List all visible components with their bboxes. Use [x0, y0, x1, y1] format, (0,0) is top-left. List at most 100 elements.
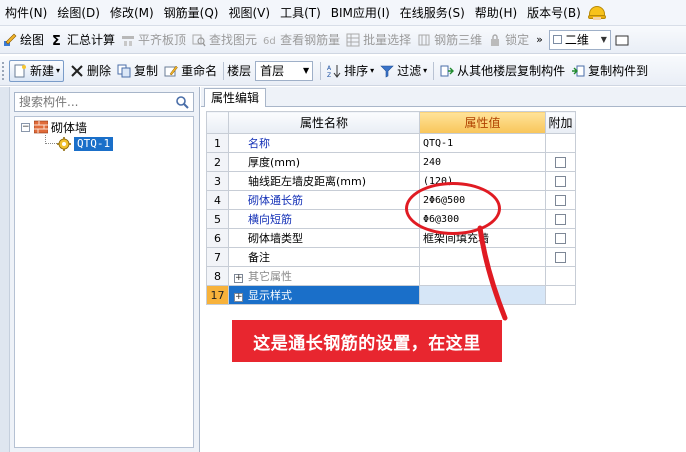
batch-select-icon — [346, 33, 360, 47]
copy-component-to-button[interactable]: 复制构件到 — [568, 60, 651, 82]
tree-node-qtq-1[interactable]: QTQ-1 — [57, 136, 114, 152]
helmet-icon[interactable] — [587, 5, 606, 20]
property-group-name: + 其它属性 — [228, 266, 420, 286]
menu-draw[interactable]: 绘图(D) — [52, 0, 105, 26]
chevron-down-icon: ▼ — [303, 66, 310, 75]
row-number: 17 — [206, 285, 229, 305]
property-value-cell[interactable] — [419, 247, 546, 267]
table-row[interactable]: 4 砌体通长筋 2Φ6@500 — [206, 190, 576, 210]
property-name-header: 属性名称 — [228, 111, 420, 134]
view-mode-select[interactable]: 二维 ▼ — [548, 29, 611, 50]
extra-checkbox[interactable] — [555, 157, 566, 168]
search-input[interactable] — [15, 93, 165, 111]
delete-button[interactable]: 删除 — [67, 60, 114, 82]
lock-button[interactable]: 锁定 — [485, 29, 532, 51]
rebar-3d-button[interactable]: 钢筋三维 — [414, 29, 485, 51]
svg-text:6d: 6d — [263, 36, 276, 47]
find-element-button[interactable]: 查找图元 — [189, 29, 260, 51]
view-mode-icon — [552, 35, 562, 44]
masonry-wall-icon — [33, 120, 49, 134]
new-component-button[interactable]: 新建 ▾ — [9, 59, 65, 82]
extra-checkbox[interactable] — [555, 233, 566, 244]
row-number: 1 — [206, 133, 229, 153]
table-row[interactable]: 1 名称 QTQ-1 — [206, 133, 576, 153]
tree-node-masonry-wall[interactable]: − 砌体墙 — [21, 119, 87, 135]
extra-checkbox[interactable] — [555, 176, 566, 187]
menu-bim[interactable]: BIM应用(I) — [326, 0, 395, 26]
row-number: 7 — [206, 247, 229, 267]
menu-version[interactable]: 版本号(B) — [522, 0, 586, 26]
panel-side-strip — [0, 87, 10, 452]
property-value-cell[interactable]: 240 — [419, 152, 546, 172]
search-icon[interactable] — [175, 95, 189, 109]
delete-x-icon — [70, 64, 84, 78]
table-row-selected[interactable]: 17 + 显示样式 — [206, 285, 576, 305]
row-number: 6 — [206, 228, 229, 248]
batch-select-button[interactable]: 批量选择 — [343, 29, 414, 51]
view-rebar-quantity-button[interactable]: 6d 查看钢筋量 — [260, 29, 343, 51]
extra-cell — [545, 285, 576, 305]
collapse-icon[interactable]: − — [21, 122, 30, 132]
rename-button[interactable]: 重命名 — [161, 60, 220, 82]
extra-cell — [545, 228, 576, 248]
toolbar-grip[interactable] — [2, 61, 6, 80]
tab-property-edit[interactable]: 属性编辑 — [204, 88, 267, 107]
table-row[interactable]: 8 + 其它属性 — [206, 266, 576, 286]
floor-select[interactable]: 首层 ▼ — [255, 60, 314, 81]
menu-online-service[interactable]: 在线服务(S) — [395, 0, 470, 26]
menu-rebar-quantity[interactable]: 钢筋量(Q) — [159, 0, 224, 26]
property-tab-bar: 属性编辑 — [201, 87, 686, 107]
tree-connector — [45, 135, 57, 144]
annotation-ellipse — [405, 182, 501, 235]
component-tree: − 砌体墙 QTQ-1 — [14, 116, 194, 448]
property-name: 砌体通长筋 — [228, 190, 420, 210]
draw-button[interactable]: 绘图 — [0, 29, 47, 51]
extra-checkbox[interactable] — [555, 214, 566, 225]
property-value-cell — [419, 266, 546, 286]
copy-from-other-floor-button[interactable]: 从其他楼层复制构件 — [437, 60, 568, 82]
table-row[interactable]: 5 横向短筋 Φ6@300 — [206, 209, 576, 229]
tree-node-label: QTQ-1 — [74, 137, 114, 151]
filter-button[interactable]: 过滤 ▾ — [377, 60, 430, 82]
sum-calc-button[interactable]: Σ 汇总计算 — [47, 29, 118, 51]
row-number: 2 — [206, 152, 229, 172]
component-toolbar: 新建 ▾ 删除 复制 重命名 楼层 首层 ▼ AZ 排序 ▾ 过滤 ▾ 从其他楼… — [0, 56, 686, 86]
grid-header-row: 属性名称 属性值 附加 — [206, 111, 576, 134]
copy-button[interactable]: 复制 — [114, 60, 161, 82]
property-value-header: 属性值 — [419, 111, 546, 134]
row-number-header — [206, 111, 229, 134]
copy-icon — [117, 64, 131, 78]
svg-text:A: A — [327, 65, 332, 72]
extra-checkbox[interactable] — [555, 195, 566, 206]
table-row[interactable]: 7 备注 — [206, 247, 576, 267]
property-name: 横向短筋 — [228, 209, 420, 229]
menu-component[interactable]: 构件(N) — [0, 0, 52, 26]
menu-bar: 构件(N) 绘图(D) 修改(M) 钢筋量(Q) 视图(V) 工具(T) BIM… — [0, 0, 686, 26]
property-value-cell[interactable] — [419, 285, 546, 305]
sort-icon: AZ — [327, 64, 341, 79]
property-group-name: + 显示样式 — [228, 285, 420, 305]
extra-cell — [545, 152, 576, 172]
extra-checkbox[interactable] — [555, 252, 566, 263]
expand-icon[interactable]: + — [234, 274, 243, 283]
menu-view[interactable]: 视图(V) — [223, 0, 275, 26]
copy-to-icon — [571, 64, 585, 78]
extra-cell — [545, 247, 576, 267]
property-name: 砌体墙类型 — [228, 228, 420, 248]
table-row[interactable]: 3 轴线距左墙皮距离(mm) (120) — [206, 171, 576, 191]
view-box-icon[interactable] — [615, 33, 629, 47]
property-value-cell[interactable]: QTQ-1 — [419, 133, 546, 153]
toolbar-overflow-icon[interactable]: » — [536, 33, 543, 46]
property-name: 轴线距左墙皮距离(mm) — [228, 171, 420, 191]
menu-help[interactable]: 帮助(H) — [470, 0, 522, 26]
table-row[interactable]: 2 厚度(mm) 240 — [206, 152, 576, 172]
align-slab-top-button[interactable]: 平齐板顶 — [118, 29, 189, 51]
toolbar-separator — [320, 61, 322, 80]
menu-modify[interactable]: 修改(M) — [105, 0, 159, 26]
table-row[interactable]: 6 砌体墙类型 框架间填充墙 — [206, 228, 576, 248]
menu-tools[interactable]: 工具(T) — [275, 0, 326, 26]
expand-icon[interactable]: + — [234, 293, 243, 302]
sort-button[interactable]: AZ 排序 ▾ — [324, 60, 377, 82]
find-icon — [192, 33, 206, 47]
filter-dropdown-icon: ▾ — [423, 66, 428, 75]
